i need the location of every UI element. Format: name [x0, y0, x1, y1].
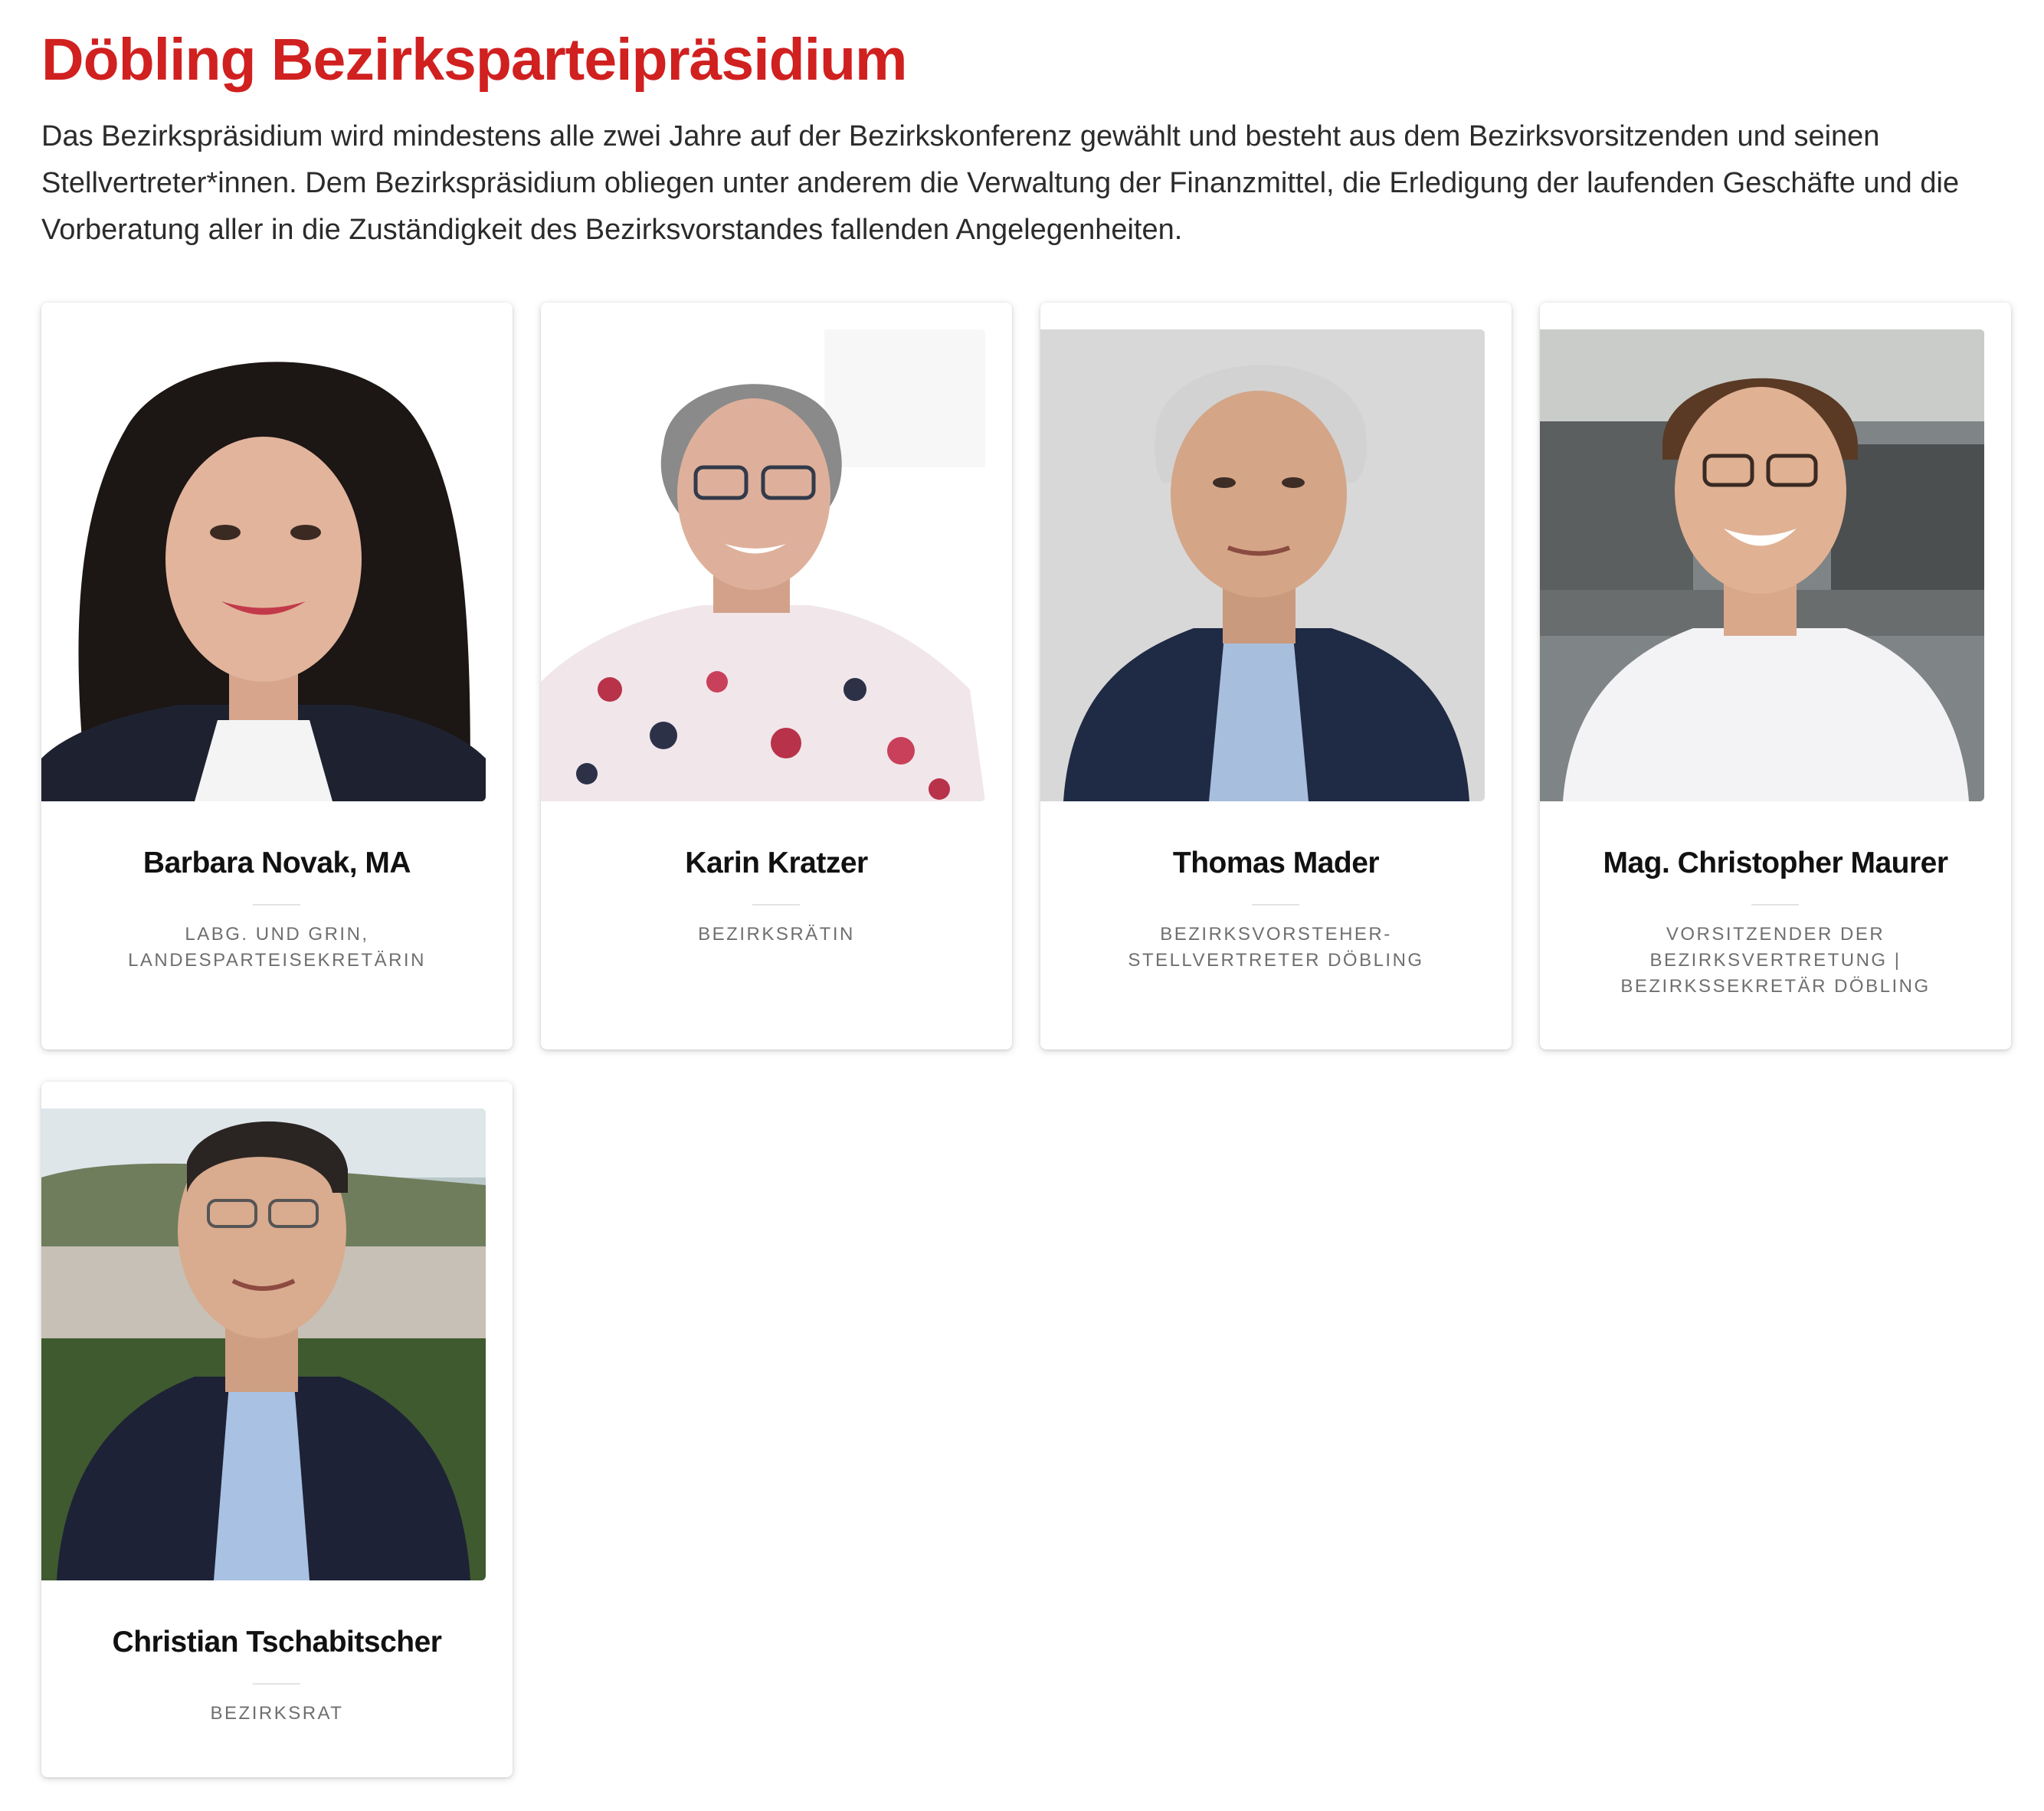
member-name: Barbara Novak, MA: [142, 847, 411, 879]
member-photo[interactable]: [41, 329, 486, 801]
member-card[interactable]: Christian Tschabitscher Bezirksrat: [41, 1082, 513, 1777]
member-card[interactable]: Mag. Christopher Maurer Vorsitzender der…: [1540, 303, 2011, 1050]
divider: [1252, 904, 1299, 906]
member-name: Mag. Christopher Maurer: [1603, 847, 1948, 879]
divider: [253, 904, 300, 906]
member-photo[interactable]: [541, 329, 985, 801]
member-name: Christian Tschabitscher: [112, 1626, 442, 1659]
divider: [752, 904, 800, 906]
member-card[interactable]: Barbara Novak, MA LAbg. und GRin, Landes…: [41, 303, 513, 1050]
member-name: Thomas Mader: [1172, 847, 1380, 879]
divider: [253, 1683, 300, 1685]
member-card[interactable]: Karin Kratzer Bezirksrätin: [541, 303, 1012, 1050]
member-photo[interactable]: [1540, 329, 1984, 801]
member-role: Bezirksrätin: [698, 924, 855, 945]
member-photo[interactable]: [41, 1109, 486, 1580]
member-role: Bezirksvorsteher-Stellvertreter Döbling: [1128, 924, 1424, 971]
member-name: Karin Kratzer: [685, 847, 868, 879]
member-role: Vorsitzender der Bezirksvertretung | Bez…: [1620, 924, 1931, 997]
member-role: LAbg. und GRin, Landesparteisekretärin: [128, 924, 426, 971]
member-role: Bezirksrat: [210, 1703, 344, 1724]
member-photo[interactable]: [1040, 329, 1485, 801]
member-card[interactable]: Thomas Mader Bezirksvorsteher-Stellvertr…: [1040, 303, 1512, 1050]
divider: [1751, 904, 1799, 906]
page-title: Döbling Bezirksparteipräsidium: [41, 27, 908, 93]
intro-text: Das Bezirkspräsidium wird mindestens all…: [41, 120, 1960, 246]
